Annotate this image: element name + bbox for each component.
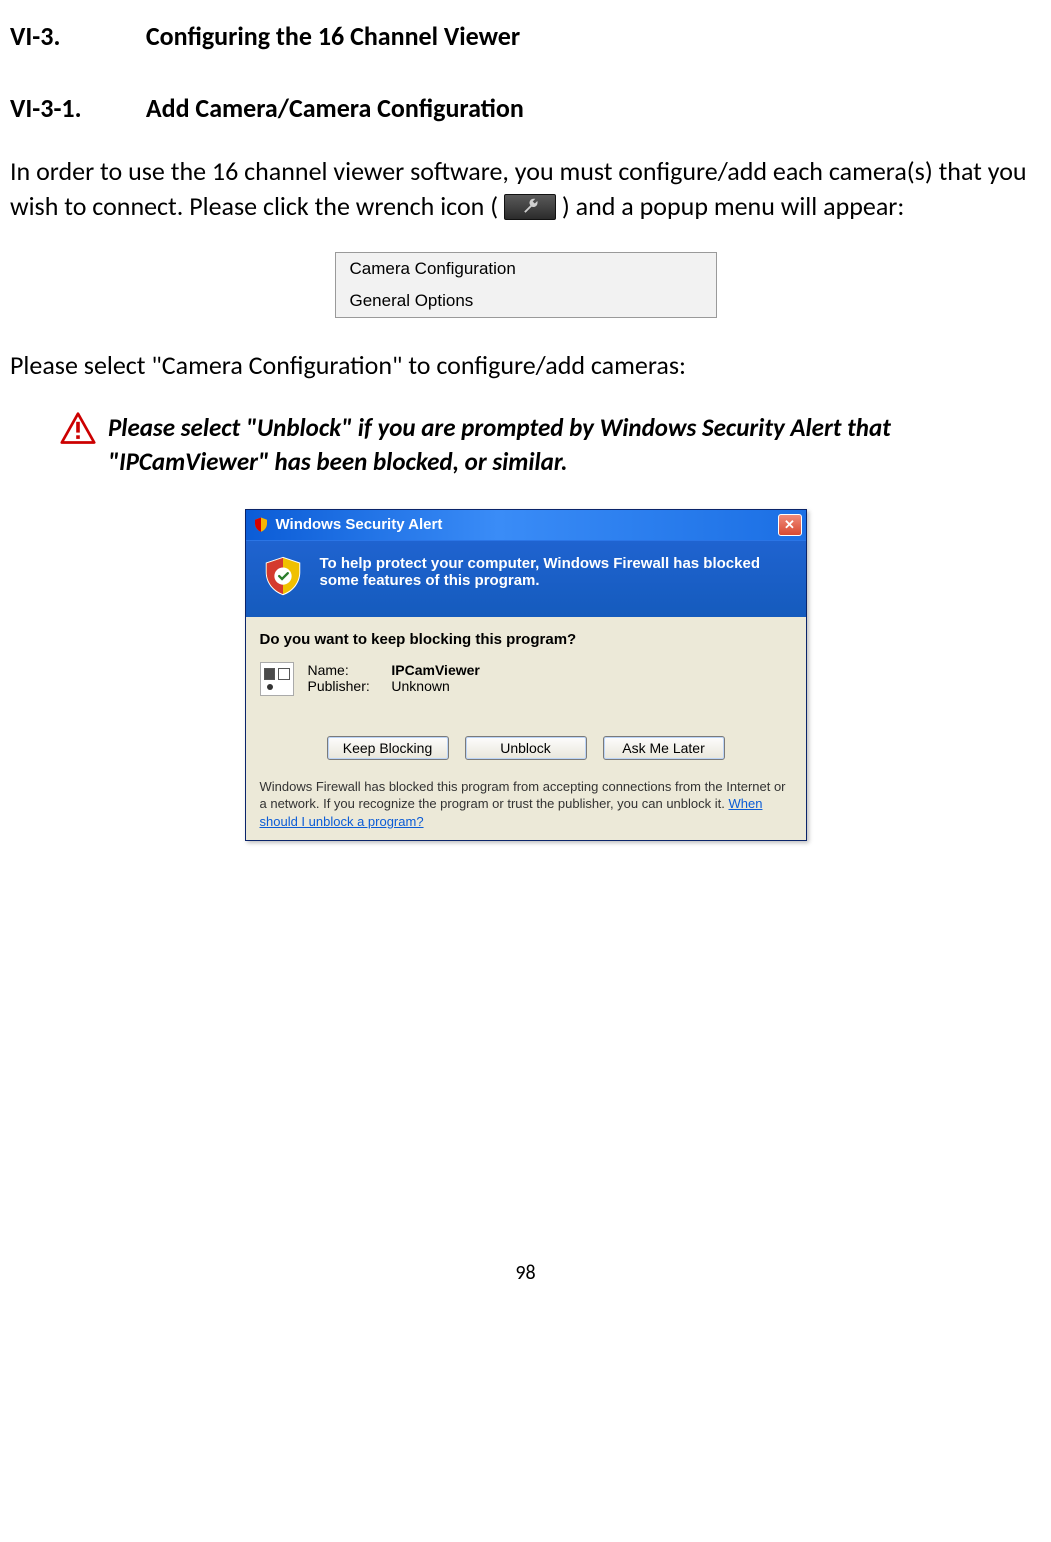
select-config-paragraph: Please select "Camera Configuration" to …	[10, 348, 1041, 383]
section-heading: VI-3. Configuring the 16 Channel Viewer	[10, 20, 1041, 52]
unblock-button[interactable]: Unblock	[465, 736, 587, 760]
menu-item-general-options[interactable]: General Options	[336, 285, 716, 317]
publisher-value: Unknown	[391, 678, 449, 694]
shield-large-icon	[260, 555, 306, 601]
dialog-explanation: Windows Firewall has blocked this progra…	[260, 778, 792, 831]
button-row: Keep Blocking Unblock Ask Me Later	[260, 736, 792, 760]
close-icon[interactable]: ✕	[778, 514, 802, 536]
section-title: Configuring the 16 Channel Viewer	[146, 20, 520, 52]
program-name: IPCamViewer	[391, 662, 479, 678]
intro-text-b: ) and a popup menu will appear:	[562, 190, 904, 222]
section-number: VI-3.	[10, 20, 140, 52]
name-label: Name:	[308, 662, 388, 678]
warning-note: Please select "Unblock" if you are promp…	[60, 411, 1041, 479]
dialog-titlebar: Windows Security Alert ✕	[246, 510, 806, 540]
program-icon	[260, 662, 294, 696]
dialog-body: Do you want to keep blocking this progra…	[246, 617, 806, 841]
menu-item-camera-configuration[interactable]: Camera Configuration	[336, 253, 716, 285]
publisher-label: Publisher:	[308, 678, 388, 694]
shield-icon	[252, 516, 270, 534]
subsection-heading: VI-3-1. Add Camera/Camera Configuration	[10, 92, 1041, 124]
dialog-message: To help protect your computer, Windows F…	[320, 555, 792, 589]
keep-blocking-button[interactable]: Keep Blocking	[327, 736, 449, 760]
subsection-number: VI-3-1.	[10, 92, 140, 124]
popup-menu: Camera Configuration General Options	[335, 252, 717, 318]
dialog-question: Do you want to keep blocking this progra…	[260, 631, 792, 648]
dialog-header-band: To help protect your computer, Windows F…	[246, 540, 806, 617]
wrench-icon	[504, 194, 556, 220]
page-number: 98	[10, 1261, 1041, 1285]
security-alert-dialog: Windows Security Alert ✕ To help protect…	[245, 509, 807, 842]
warning-text: Please select "Unblock" if you are promp…	[108, 411, 1041, 479]
dialog-title: Windows Security Alert	[276, 516, 778, 533]
warning-icon	[60, 411, 96, 447]
explain-text: Windows Firewall has blocked this progra…	[260, 779, 786, 812]
subsection-title: Add Camera/Camera Configuration	[146, 92, 524, 124]
ask-me-later-button[interactable]: Ask Me Later	[603, 736, 725, 760]
program-info-row: Name: IPCamViewer Publisher: Unknown	[260, 662, 792, 696]
intro-paragraph: In order to use the 16 channel viewer so…	[10, 154, 1041, 224]
